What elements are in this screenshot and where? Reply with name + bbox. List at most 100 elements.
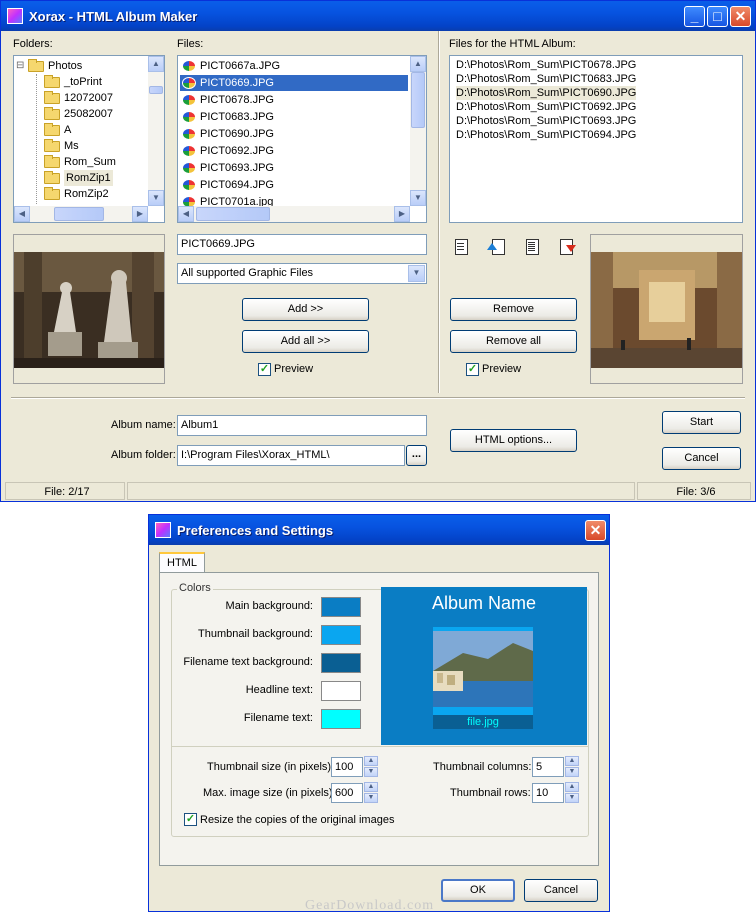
thumb-columns-spinner[interactable]: ▲ ▼ — [565, 756, 579, 778]
folder-tree[interactable]: ⊟ Photos _toPrint 12072007 25082007 A Ms Rom_Su… — [13, 55, 165, 223]
minimize-icon[interactable]: _ — [684, 6, 705, 27]
album-folder-field[interactable]: I:\Program Files\Xorax_HTML\ — [177, 445, 405, 466]
main-titlebar[interactable]: Xorax - HTML Album Maker _ □ ✕ — [1, 1, 755, 31]
spin-up-icon[interactable]: ▲ — [364, 756, 378, 766]
resize-checkbox[interactable]: ✓ — [184, 813, 197, 826]
app-icon — [7, 8, 23, 24]
color-label: Thumbnail background: — [198, 628, 313, 640]
spin-up-icon[interactable]: ▲ — [565, 756, 579, 766]
tab-html[interactable]: HTML — [159, 552, 205, 573]
file-list-item[interactable]: PICT0678.JPG — [180, 92, 380, 108]
collapse-icon[interactable]: ⊟ — [16, 58, 24, 74]
color-swatch[interactable] — [321, 597, 361, 617]
file-list-vscroll[interactable]: ▲ ▼ — [410, 56, 426, 206]
tree-connector — [36, 74, 37, 204]
thumb-columns-label: Thumbnail columns: — [433, 761, 532, 773]
folder-tree-vscroll[interactable]: ▲ ▼ — [148, 56, 164, 206]
thumb-rows-field[interactable]: 10 — [532, 783, 564, 803]
file-list[interactable]: PICT0667a.JPG PICT0669.JPG PICT0678.JPG PIC… — [177, 55, 427, 223]
album-name-field[interactable]: Album1 — [177, 415, 427, 436]
album-file-item[interactable]: D:\Photos\Rom_Sum\PICT0690.JPG — [456, 86, 637, 100]
add-all-button[interactable]: Add all >> — [242, 330, 369, 353]
filename-field[interactable]: PICT0669.JPG — [177, 234, 427, 255]
scroll-thumb[interactable] — [54, 207, 104, 221]
scroll-left-icon[interactable]: ◀ — [14, 206, 30, 222]
cancel-button[interactable]: Cancel — [662, 447, 741, 470]
scroll-thumb[interactable] — [149, 86, 163, 94]
scroll-right-icon[interactable]: ▶ — [394, 206, 410, 222]
folder-icon — [44, 75, 60, 88]
spin-up-icon[interactable]: ▲ — [364, 782, 378, 792]
file-list-hscroll[interactable]: ◀ ▶ — [178, 206, 410, 222]
color-label: Filename text: — [243, 712, 313, 724]
document-move-up-icon[interactable] — [485, 236, 505, 256]
color-swatch[interactable] — [321, 653, 361, 673]
file-list-item[interactable]: PICT0694.JPG — [180, 177, 380, 193]
file-list-item[interactable]: PICT0690.JPG — [180, 126, 380, 142]
album-file-item[interactable]: D:\Photos\Rom_Sum\PICT0692.JPG — [456, 100, 636, 114]
folder-icon — [44, 139, 60, 152]
file-list-item-label: PICT0669.JPG — [200, 77, 274, 89]
status-left-text: File: 2/17 — [44, 486, 90, 498]
ok-button[interactable]: OK — [441, 879, 515, 902]
document-lines-icon[interactable] — [521, 236, 541, 256]
file-list-item[interactable]: PICT0693.JPG — [180, 160, 380, 176]
scroll-up-icon[interactable]: ▲ — [410, 56, 426, 72]
spin-down-icon[interactable]: ▼ — [565, 793, 579, 803]
color-swatch[interactable] — [321, 625, 361, 645]
file-filter-select[interactable]: All supported Graphic Files ▼ — [177, 263, 427, 284]
folder-icon — [44, 171, 60, 184]
scroll-right-icon[interactable]: ▶ — [132, 206, 148, 222]
close-icon[interactable]: ✕ — [585, 520, 606, 541]
album-file-item[interactable]: D:\Photos\Rom_Sum\PICT0694.JPG — [456, 128, 636, 142]
browse-button[interactable]: ... — [406, 445, 427, 466]
chevron-down-icon[interactable]: ▼ — [408, 265, 425, 282]
album-file-item[interactable]: D:\Photos\Rom_Sum\PICT0693.JPG — [456, 114, 636, 128]
scroll-thumb[interactable] — [411, 72, 425, 128]
thumb-columns-field[interactable]: 5 — [532, 757, 564, 777]
tree-item-label: Photos — [48, 60, 83, 72]
document-icon[interactable] — [450, 236, 470, 256]
folder-tree-hscroll[interactable]: ◀ ▶ — [14, 206, 148, 222]
album-file-item[interactable]: D:\Photos\Rom_Sum\PICT0678.JPG — [456, 58, 636, 72]
spin-up-icon[interactable]: ▲ — [565, 782, 579, 792]
spin-down-icon[interactable]: ▼ — [364, 767, 378, 777]
status-right-text: File: 3/6 — [676, 486, 716, 498]
album-file-list[interactable]: D:\Photos\Rom_Sum\PICT0678.JPG D:\Photos\… — [449, 55, 743, 223]
spin-down-icon[interactable]: ▼ — [565, 767, 579, 777]
prefs-titlebar[interactable]: Preferences and Settings ✕ — [149, 515, 609, 545]
color-swatch[interactable] — [321, 709, 361, 729]
remove-button[interactable]: Remove — [450, 298, 577, 321]
preview-right-checkbox[interactable]: ✓ — [466, 363, 479, 376]
scroll-thumb[interactable] — [196, 207, 270, 221]
prefs-window: Preferences and Settings ✕ HTML Colors M… — [148, 514, 610, 912]
scroll-down-icon[interactable]: ▼ — [148, 190, 164, 206]
remove-all-button[interactable]: Remove all — [450, 330, 577, 353]
start-button[interactable]: Start — [662, 411, 741, 434]
close-icon[interactable]: ✕ — [730, 6, 751, 27]
document-move-down-icon[interactable] — [556, 236, 576, 256]
thumb-size-field[interactable]: 100 — [331, 757, 363, 777]
scroll-left-icon[interactable]: ◀ — [178, 206, 194, 222]
file-list-item[interactable]: PICT0692.JPG — [180, 143, 380, 159]
file-list-item[interactable]: PICT0669.JPG — [180, 75, 408, 91]
maximize-icon[interactable]: □ — [707, 6, 728, 27]
prefs-cancel-button[interactable]: Cancel — [524, 879, 598, 902]
color-swatch[interactable] — [321, 681, 361, 701]
image-file-icon — [182, 128, 196, 140]
folder-icon — [44, 187, 60, 200]
album-file-item[interactable]: D:\Photos\Rom_Sum\PICT0683.JPG — [456, 72, 636, 86]
file-list-item[interactable]: PICT0683.JPG — [180, 109, 380, 125]
preview-left-checkbox[interactable]: ✓ — [258, 363, 271, 376]
max-image-spinner[interactable]: ▲ ▼ — [364, 782, 378, 804]
thumb-size-spinner[interactable]: ▲ ▼ — [364, 756, 378, 778]
scroll-up-icon[interactable]: ▲ — [148, 56, 164, 72]
watermark: GearDownload.com — [305, 898, 435, 913]
thumb-rows-spinner[interactable]: ▲ ▼ — [565, 782, 579, 804]
file-list-item[interactable]: PICT0667a.JPG — [180, 58, 380, 74]
max-image-field[interactable]: 600 — [331, 783, 363, 803]
scroll-down-icon[interactable]: ▼ — [410, 190, 426, 206]
add-button[interactable]: Add >> — [242, 298, 369, 321]
html-options-button[interactable]: HTML options... — [450, 429, 577, 452]
spin-down-icon[interactable]: ▼ — [364, 793, 378, 803]
